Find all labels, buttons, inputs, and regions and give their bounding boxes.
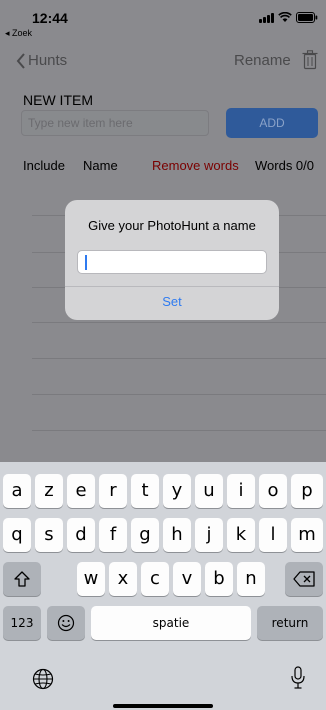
key-i[interactable]: i bbox=[227, 474, 255, 508]
nav-bar: Hunts Rename bbox=[0, 44, 326, 78]
key-j[interactable]: j bbox=[195, 518, 223, 552]
space-key[interactable]: spatie bbox=[91, 606, 251, 640]
key-z[interactable]: z bbox=[35, 474, 63, 508]
key-m[interactable]: m bbox=[291, 518, 323, 552]
key-q[interactable]: q bbox=[3, 518, 31, 552]
backspace-key[interactable] bbox=[285, 562, 323, 596]
key-x[interactable]: x bbox=[109, 562, 137, 596]
trash-icon[interactable] bbox=[302, 50, 318, 70]
keyboard: a z e r t y u i o p q s d f g h j k l m … bbox=[0, 462, 326, 710]
status-time: 12:44 bbox=[32, 10, 68, 26]
app-screen: 12:44 ◂ Zoek Hunts Rename NEW ITEM Type … bbox=[0, 0, 326, 462]
battery-icon bbox=[296, 12, 318, 23]
backspace-icon bbox=[293, 571, 315, 587]
key-l[interactable]: l bbox=[259, 518, 287, 552]
key-w[interactable]: w bbox=[77, 562, 105, 596]
add-button[interactable]: ADD bbox=[226, 108, 318, 138]
key-c[interactable]: c bbox=[141, 562, 169, 596]
key-h[interactable]: h bbox=[163, 518, 191, 552]
key-r[interactable]: r bbox=[99, 474, 127, 508]
remove-words-button[interactable]: Remove words bbox=[152, 158, 239, 173]
microphone-icon[interactable] bbox=[290, 666, 306, 690]
signal-icon bbox=[259, 13, 274, 23]
key-g[interactable]: g bbox=[131, 518, 159, 552]
home-indicator[interactable] bbox=[113, 704, 213, 708]
words-count: Words 0/0 bbox=[255, 158, 315, 173]
text-caret bbox=[85, 255, 87, 270]
hunt-name-input[interactable] bbox=[77, 250, 267, 274]
list-divider bbox=[32, 430, 326, 431]
key-d[interactable]: d bbox=[67, 518, 95, 552]
return-key[interactable]: return bbox=[257, 606, 323, 640]
key-y[interactable]: y bbox=[163, 474, 191, 508]
back-to-app-link[interactable]: ◂ Zoek bbox=[5, 28, 32, 39]
column-name: Name bbox=[83, 158, 118, 173]
key-o[interactable]: o bbox=[259, 474, 287, 508]
key-e[interactable]: e bbox=[67, 474, 95, 508]
list-divider bbox=[32, 322, 326, 323]
new-item-input[interactable]: Type new item here bbox=[21, 110, 209, 136]
rename-button[interactable]: Rename bbox=[234, 52, 291, 69]
key-a[interactable]: a bbox=[3, 474, 31, 508]
key-f[interactable]: f bbox=[99, 518, 127, 552]
key-p[interactable]: p bbox=[291, 474, 323, 508]
set-button[interactable]: Set bbox=[65, 287, 279, 320]
column-headers: Include Name Remove words Words 0/0 bbox=[0, 158, 326, 176]
key-t[interactable]: t bbox=[131, 474, 159, 508]
key-s[interactable]: s bbox=[35, 518, 63, 552]
key-u[interactable]: u bbox=[195, 474, 223, 508]
emoji-key[interactable] bbox=[47, 606, 85, 640]
globe-icon[interactable] bbox=[32, 668, 54, 690]
key-v[interactable]: v bbox=[173, 562, 201, 596]
key-b[interactable]: b bbox=[205, 562, 233, 596]
wifi-icon bbox=[278, 12, 292, 22]
name-alert-dialog: Give your PhotoHunt a name Set bbox=[65, 200, 279, 320]
emoji-icon bbox=[57, 614, 75, 632]
status-icons bbox=[259, 12, 318, 23]
new-item-heading: NEW ITEM bbox=[23, 92, 93, 108]
column-include: Include bbox=[23, 158, 65, 173]
shift-icon bbox=[14, 571, 30, 587]
numbers-key[interactable]: 123 bbox=[3, 606, 41, 640]
status-bar: 12:44 ◂ Zoek bbox=[0, 0, 326, 44]
chevron-left-icon bbox=[16, 52, 25, 69]
alert-title: Give your PhotoHunt a name bbox=[88, 218, 256, 233]
shift-key[interactable] bbox=[3, 562, 41, 596]
list-divider bbox=[32, 394, 326, 395]
back-button[interactable]: Hunts bbox=[16, 52, 67, 69]
list-divider bbox=[32, 358, 326, 359]
key-n[interactable]: n bbox=[237, 562, 265, 596]
back-button-label: Hunts bbox=[28, 52, 68, 69]
key-k[interactable]: k bbox=[227, 518, 255, 552]
